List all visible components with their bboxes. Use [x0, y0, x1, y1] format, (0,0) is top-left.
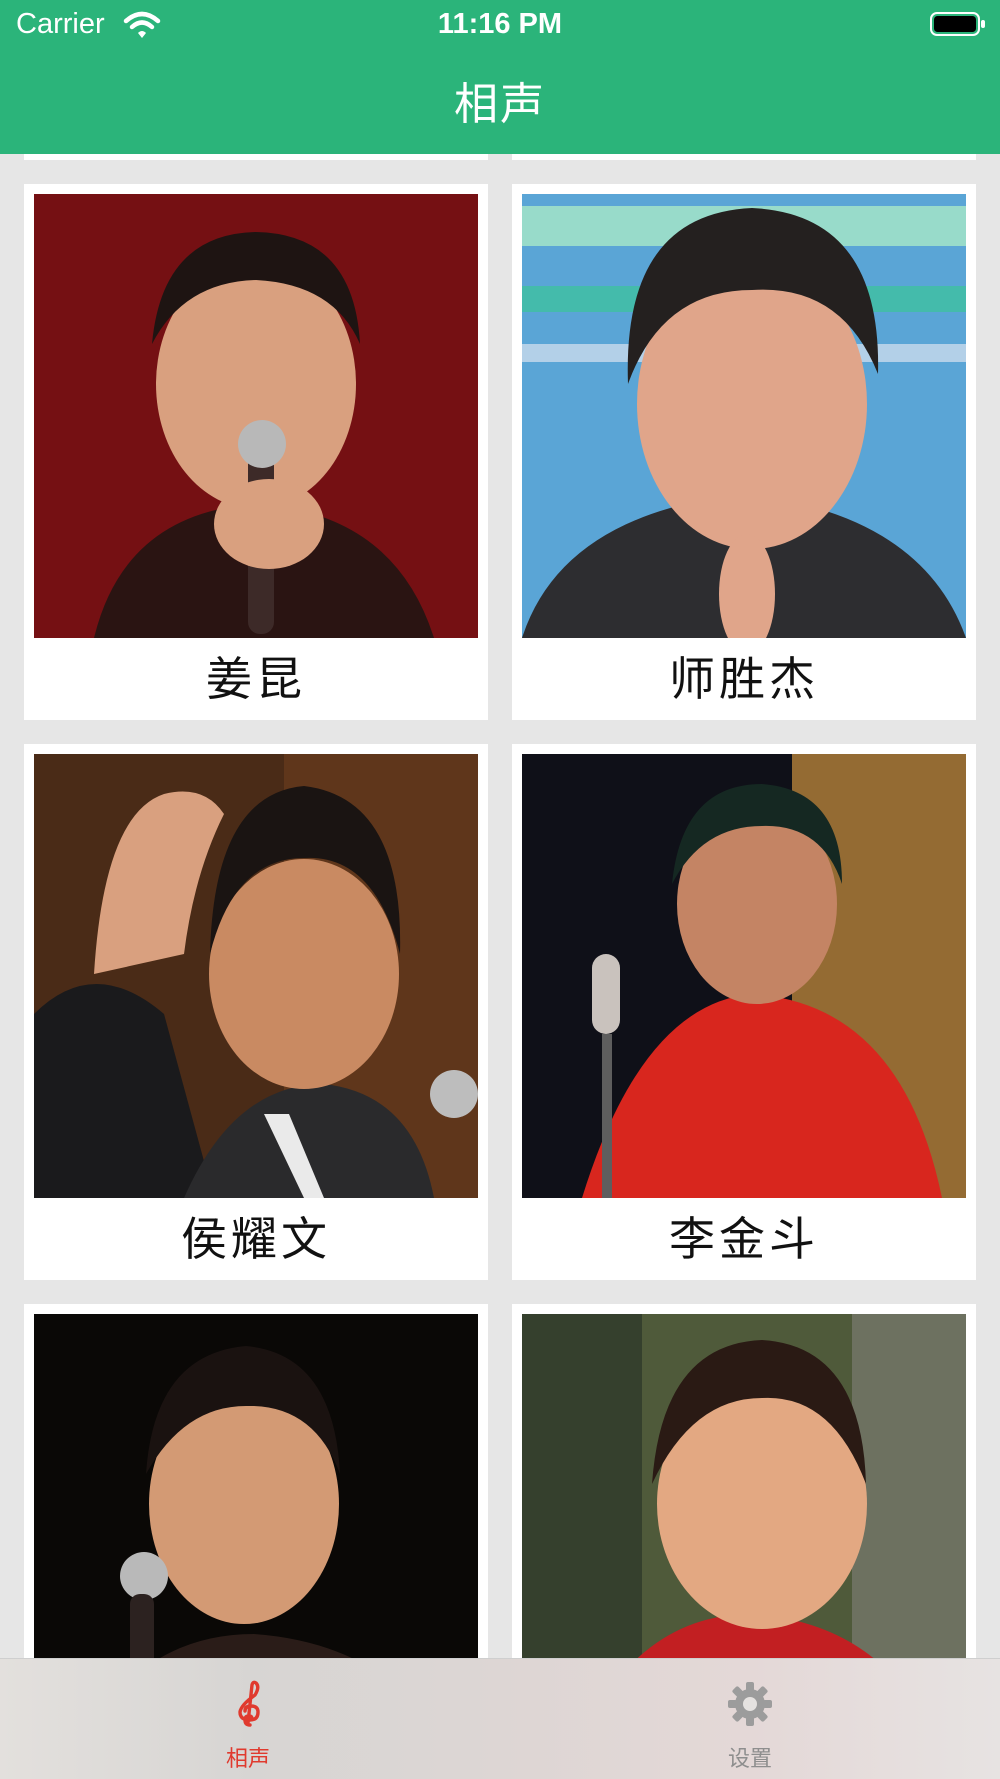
- performer-photo: [34, 754, 478, 1198]
- performer-card-peek: [24, 154, 488, 160]
- performer-name: 姜昆: [206, 652, 306, 706]
- tab-settings[interactable]: 设置: [650, 1659, 850, 1779]
- performer-card-peek: [512, 154, 976, 160]
- performer-name: 侯耀文: [181, 1212, 331, 1266]
- performer-photo: [522, 194, 966, 638]
- performer-card[interactable]: 李金斗: [512, 744, 976, 1280]
- performer-card[interactable]: 侯耀文: [24, 744, 488, 1280]
- page-title: 相声: [454, 79, 546, 130]
- clock-label: 11:16 PM: [437, 8, 563, 40]
- performer-grid[interactable]: 姜昆 师胜杰 侯耀文 李金斗: [0, 154, 1000, 1658]
- performer-card[interactable]: [512, 1304, 976, 1658]
- treble-clef-icon: [238, 1680, 260, 1727]
- performer-photo: [522, 754, 966, 1198]
- performer-card[interactable]: 师胜杰: [512, 184, 976, 720]
- tab-label: 相声: [225, 1747, 270, 1772]
- performer-photo: [34, 194, 478, 638]
- performer-photo: [522, 1314, 966, 1658]
- status-bar: Carrier 11:16 PM: [0, 0, 1000, 50]
- tab-bar: 相声 设置: [0, 1658, 1000, 1779]
- performer-name: 李金斗: [669, 1212, 819, 1266]
- navigation-header: Carrier 11:16 PM 相声: [0, 0, 1000, 154]
- gear-icon: [728, 1682, 772, 1726]
- tab-xiangsheng[interactable]: 相声: [148, 1659, 348, 1779]
- performer-photo: [34, 1314, 478, 1658]
- performer-card[interactable]: [24, 1304, 488, 1658]
- battery-icon: [930, 12, 985, 36]
- performer-name: 师胜杰: [669, 652, 819, 706]
- tab-label: 设置: [727, 1747, 772, 1772]
- performer-card[interactable]: 姜昆: [24, 184, 488, 720]
